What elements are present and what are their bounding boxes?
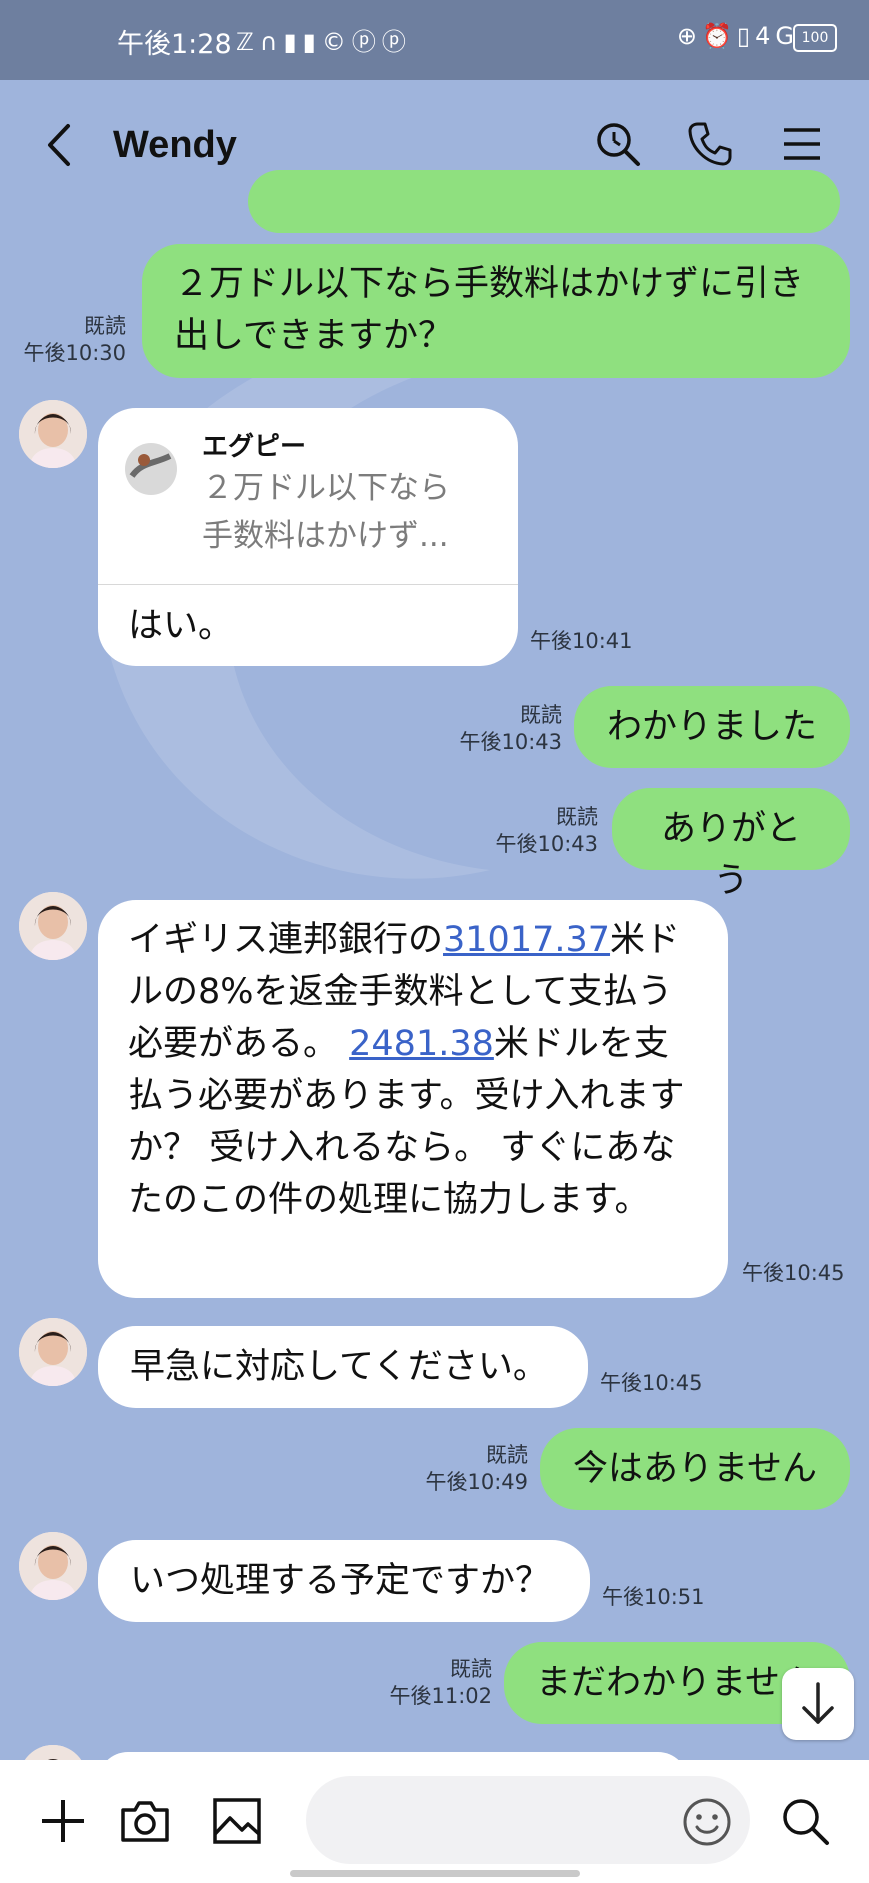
message-time: 午後10:51 xyxy=(602,1585,705,1609)
camera-icon[interactable] xyxy=(118,1794,172,1848)
message-meta: 既読 午後10:43 xyxy=(440,702,562,756)
scroll-to-bottom-button[interactable] xyxy=(782,1668,854,1740)
message-time: 午後10:45 xyxy=(600,1371,703,1395)
home-indicator xyxy=(290,1870,580,1877)
message-time: 午後10:43 xyxy=(459,730,562,754)
message-bubble[interactable]: ２万ドル以下なら手数料はかけずに引き出しできますか？ xyxy=(142,244,850,378)
quote-divider xyxy=(98,584,518,585)
arrow-down-icon xyxy=(802,1682,834,1724)
message-text: ２万ドル以下なら手数料はかけずに引き出しできますか？ xyxy=(174,264,805,356)
message-text: 今はありません xyxy=(573,1449,817,1489)
avatar-photo-icon xyxy=(19,1318,87,1386)
amount-link[interactable]: 31017.37 xyxy=(443,920,610,960)
message-bubble[interactable]: イギリス連邦銀行の31017.37米ドルの8%を返金手数料として支払う必要がある… xyxy=(98,900,728,1298)
message-meta: 既読 午後11:02 xyxy=(376,1656,492,1710)
message-time: 午後10:45 xyxy=(742,1261,845,1285)
chat-title: Wendy xyxy=(113,124,237,166)
message-meta: 既読 午後10:30 xyxy=(10,313,126,367)
avatar[interactable] xyxy=(19,1318,87,1386)
message-text: イギリス連邦銀行の31017.37米ドルの8%を返金手数料として支払う必要がある… xyxy=(128,920,685,1220)
battery-icon: 100 xyxy=(793,24,837,52)
read-receipt: 既読 xyxy=(486,1443,528,1467)
message-bubble[interactable]: いつ処理する予定ですか？ xyxy=(98,1540,590,1622)
message-bubble[interactable]: 今はありません xyxy=(540,1428,850,1510)
message-time: 午後10:49 xyxy=(425,1470,528,1494)
message-time: 午後10:43 xyxy=(495,832,598,856)
emoji-icon[interactable] xyxy=(680,1795,734,1849)
message-time: 午後10:30 xyxy=(23,341,126,365)
read-receipt: 既読 xyxy=(84,314,126,338)
read-receipt: 既読 xyxy=(520,703,562,727)
avatar-photo-icon xyxy=(19,1532,87,1600)
avatar[interactable] xyxy=(19,400,87,468)
search-icon[interactable] xyxy=(778,1794,832,1848)
message-bubble[interactable]: 早急に対応してください。 xyxy=(98,1326,588,1408)
message-bubble-reply[interactable]: エグピー ２万ドル以下なら 手数料はかけず... はい。 xyxy=(98,408,518,666)
notification-icons: ℤ∩▮▮©ⓟⓟ xyxy=(236,28,412,56)
composer-bar xyxy=(0,1760,869,1883)
avatar[interactable] xyxy=(19,892,87,960)
phone-icon[interactable] xyxy=(686,120,734,168)
message-text: まだわかりません xyxy=(536,1663,815,1703)
chat-area: 既読 午後10:30 ２万ドル以下なら手数料はかけずに引き出しできますか？ エグ… xyxy=(0,170,869,1813)
message-text: いつ処理する予定ですか？ xyxy=(130,1561,551,1601)
plus-icon[interactable] xyxy=(36,1794,90,1848)
message-text: わかりました xyxy=(606,707,817,747)
avatar-photo-icon xyxy=(19,400,87,468)
menu-icon[interactable] xyxy=(778,120,826,168)
search-icon[interactable] xyxy=(594,120,642,168)
image-icon[interactable] xyxy=(210,1794,264,1848)
read-receipt: 既読 xyxy=(450,1657,492,1681)
message-bubble-partial[interactable] xyxy=(248,170,840,233)
message-bubble[interactable]: ありがとう xyxy=(612,788,850,901)
amount-link[interactable]: 2481.38 xyxy=(349,1024,494,1064)
avatar-photo-icon xyxy=(19,892,87,960)
quote-sender: エグピー xyxy=(202,432,307,462)
read-receipt: 既読 xyxy=(556,805,598,829)
quote-text-line2: 手数料はかけず... xyxy=(202,518,449,554)
quote-avatar-icon xyxy=(125,443,177,495)
system-icons: ⊕⏰▯4G xyxy=(676,22,799,50)
message-text: 早急に対応してください。 xyxy=(130,1347,548,1387)
avatar[interactable] xyxy=(19,1532,87,1600)
message-meta: 既読 午後10:49 xyxy=(410,1442,528,1496)
message-bubble[interactable]: わかりました xyxy=(574,686,850,768)
status-bar: 午後1:28 ℤ∩▮▮©ⓟⓟ ⊕⏰▯4G 100 xyxy=(0,0,869,80)
back-arrow-icon[interactable] xyxy=(40,120,80,170)
quote-text-line1: ２万ドル以下なら xyxy=(202,470,450,506)
message-text: はい。 xyxy=(128,606,234,646)
message-time: 午後10:41 xyxy=(530,629,633,653)
status-time: 午後1:28 xyxy=(117,29,232,60)
message-time: 午後11:02 xyxy=(389,1684,492,1708)
message-meta: 既読 午後10:43 xyxy=(470,804,598,858)
